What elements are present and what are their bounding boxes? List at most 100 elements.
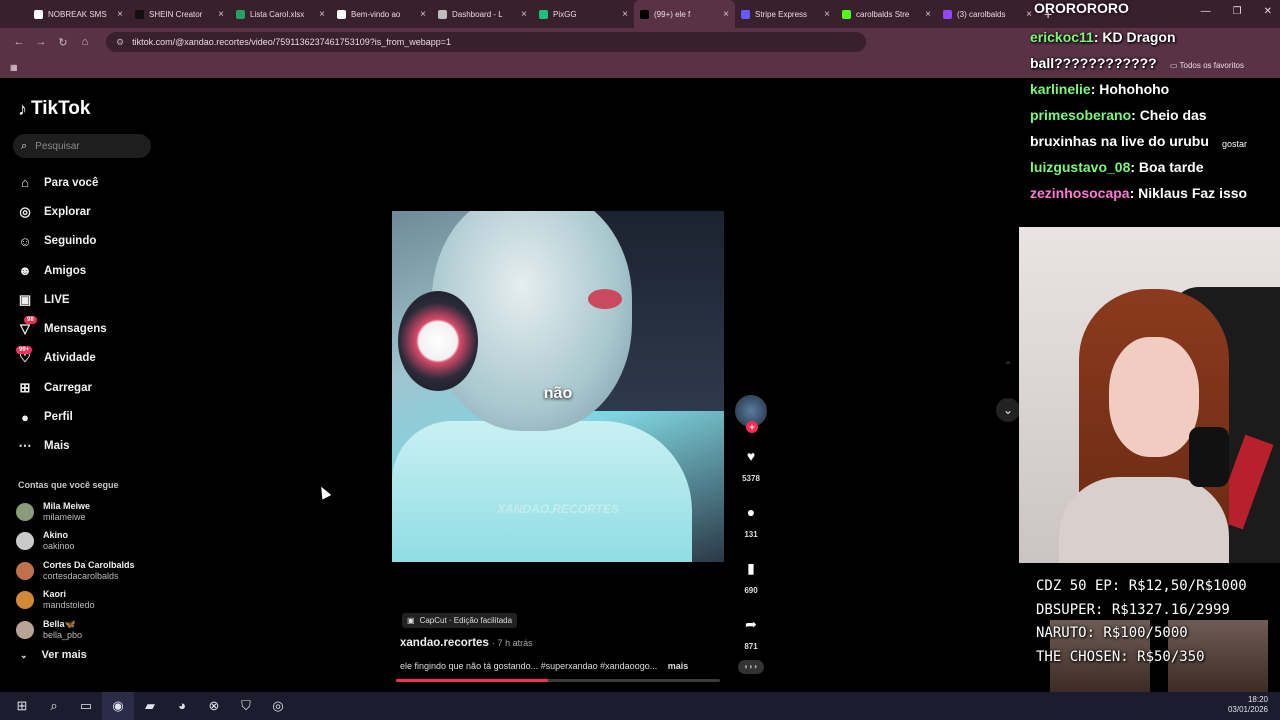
webcam-microphone	[1189, 427, 1229, 487]
window-controls: — ❐ ✕	[1201, 6, 1272, 17]
sidebar-item-mais[interactable]: ⋯ Mais	[16, 432, 166, 461]
compass-icon: ◎	[19, 203, 31, 219]
sidebar-item-amigos[interactable]: ☻ Amigos	[16, 256, 166, 285]
video-progress-bar[interactable]	[396, 679, 720, 682]
screen: NOBREAK SMS × SHEIN Creator × Lista Carol.xl…	[0, 0, 1280, 720]
site-info-icon[interactable]: ⚙	[116, 37, 124, 48]
chevron-down-icon[interactable]: ⌄	[996, 398, 1020, 422]
following-account[interactable]: Bella🦋 bella_pbo	[16, 615, 176, 645]
tiktok-note-icon: ♪	[18, 98, 27, 119]
home-icon[interactable]: ⌂	[74, 36, 96, 48]
browser-tab[interactable]: carolbalds Stre ×	[836, 0, 937, 28]
notification-badge: 99+	[16, 345, 33, 354]
sidebar-item-explorar[interactable]: ◎ Explorar	[16, 197, 166, 226]
address-bar[interactable]: ⚙ tiktok.com/@xandao.recortes/video/7591…	[106, 32, 866, 52]
tab-title: Stripe Express	[755, 9, 808, 19]
capcut-tag[interactable]: ▣ CapCut · Edição facilitada	[402, 613, 518, 628]
windows-start-icon[interactable]: ⊞	[6, 692, 38, 720]
sidebar-item-para-voc-[interactable]: ⌂ Para você	[16, 168, 166, 197]
chat-username: primesoberano	[1030, 107, 1132, 123]
discord-icon[interactable]: ◕	[166, 692, 198, 720]
browser-tab[interactable]: PixGG ×	[533, 0, 634, 28]
minimize-icon[interactable]: —	[1201, 6, 1211, 17]
description-text: ele fingindo que não tá gostando... #sup…	[400, 661, 658, 671]
post-time: · 7 h atrás	[492, 638, 533, 648]
sidebar-item-seguindo[interactable]: ☺ Seguindo	[16, 227, 166, 256]
close-tab-icon[interactable]: ×	[925, 9, 931, 20]
browser-tab[interactable]: Dashboard - L ×	[432, 0, 533, 28]
close-tab-icon[interactable]: ×	[420, 9, 426, 20]
following-account[interactable]: Kaori mandstoledo	[16, 586, 176, 616]
obs-icon[interactable]: ◎	[262, 692, 294, 720]
search-input[interactable]: ⌕ Pesquisar	[13, 134, 151, 158]
close-tab-icon[interactable]: ×	[319, 9, 325, 20]
sound-icon[interactable]: ◗◗◗	[738, 660, 764, 674]
file-explorer-icon[interactable]: ▰	[134, 692, 166, 720]
browser-tab[interactable]: (3) carolbalds ×	[937, 0, 1038, 28]
see-more-button[interactable]: ⌄ Ver mais	[20, 649, 87, 661]
tab-title: carolbalds Stre	[856, 9, 910, 19]
bookmark-icon[interactable]: ▮	[736, 553, 766, 583]
video-player[interactable]: não XANDAO.RECORTES	[392, 211, 724, 562]
tiktok-logo[interactable]: ♪ TikTok	[18, 98, 90, 120]
browser-tab[interactable]: SHEIN Creator ×	[129, 0, 230, 28]
following-account[interactable]: Mila Meiwe milameiwe	[16, 497, 176, 527]
like-count: 5378	[742, 474, 760, 483]
follow-plus-icon[interactable]: +	[746, 421, 758, 433]
heart-icon[interactable]: ♥	[736, 441, 766, 471]
avatar	[16, 532, 34, 551]
creator-avatar[interactable]: +	[735, 395, 767, 433]
chat-text: : Boa tarde	[1130, 159, 1204, 175]
sidebar-item-live[interactable]: ▣ LIVE	[16, 285, 166, 314]
like-action: ♥ 5378	[733, 441, 769, 483]
chevron-down-icon: ⌄	[20, 649, 28, 660]
browser-tab[interactable]: Stripe Express ×	[735, 0, 836, 28]
nobreak-icon	[34, 9, 43, 19]
xbox-icon[interactable]: ⊗	[198, 692, 230, 720]
shield-icon[interactable]: ⛉	[230, 692, 262, 720]
maximize-icon[interactable]: ❐	[1233, 6, 1242, 17]
tab-title: Dashboard - L	[452, 9, 503, 19]
close-tab-icon[interactable]: ×	[622, 9, 628, 20]
stripe-icon	[741, 9, 750, 19]
browser-tab[interactable]: Bem-vindo ao ×	[331, 0, 432, 28]
browser-tab[interactable]: (99+) ele f ×	[634, 0, 735, 28]
system-clock[interactable]: 18:20 03/01/2026	[1228, 695, 1268, 715]
sidebar-item-carregar[interactable]: ⊞ Carregar	[16, 373, 166, 402]
following-account[interactable]: Cortes Da Carolbalds cortesdacarolbalds	[16, 556, 176, 586]
close-tab-icon[interactable]: ×	[723, 9, 729, 20]
avatar	[16, 561, 34, 580]
description-more-button[interactable]: mais	[668, 661, 689, 671]
comment-icon[interactable]: ●	[736, 497, 766, 527]
see-more-label: Ver mais	[41, 649, 87, 661]
close-tab-icon[interactable]: ×	[117, 9, 123, 20]
reload-icon[interactable]: ↻	[52, 36, 74, 49]
sidebar-item-atividade[interactable]: ♡ Atividade 99+	[16, 344, 166, 373]
chevron-up-icon[interactable]: ⌃	[998, 356, 1018, 376]
donation-goal: THE CHOSEN: R$50/350	[1036, 648, 1205, 665]
search-icon[interactable]: ⌕	[38, 692, 70, 720]
forward-icon[interactable]: →	[30, 36, 52, 48]
task-view-icon[interactable]: ▭	[70, 692, 102, 720]
browser-tab[interactable]: Lista Carol.xlsx ×	[230, 0, 331, 28]
apps-icon[interactable]: ▦	[10, 63, 18, 72]
upload-icon: ⊞	[19, 379, 31, 395]
following-account[interactable]: Akino oakinoo	[16, 527, 176, 557]
account-name: Kaori	[43, 589, 67, 600]
video-shirt	[392, 421, 692, 562]
donation-goal: NARUTO: R$100/5000	[1036, 625, 1188, 641]
browser-tab[interactable]: NOBREAK SMS ×	[28, 0, 129, 28]
close-tab-icon[interactable]: ×	[1026, 9, 1032, 20]
close-tab-icon[interactable]: ×	[824, 9, 830, 20]
close-window-icon[interactable]: ✕	[1264, 6, 1272, 17]
share-icon[interactable]: ➦	[736, 609, 766, 639]
video-author[interactable]: xandao.recortes · 7 h atrás	[400, 637, 533, 649]
chat-username: karlinelie	[1030, 81, 1091, 97]
chrome-icon[interactable]: ◉	[102, 692, 134, 720]
close-tab-icon[interactable]: ×	[521, 9, 527, 20]
back-icon[interactable]: ←	[8, 36, 30, 48]
sidebar-item-perfil[interactable]: ● Perfil	[16, 402, 166, 431]
close-tab-icon[interactable]: ×	[218, 9, 224, 20]
sidebar-item-mensagens[interactable]: ▽ Mensagens 98	[16, 314, 166, 343]
url-text: tiktok.com/@xandao.recortes/video/759113…	[132, 37, 452, 47]
